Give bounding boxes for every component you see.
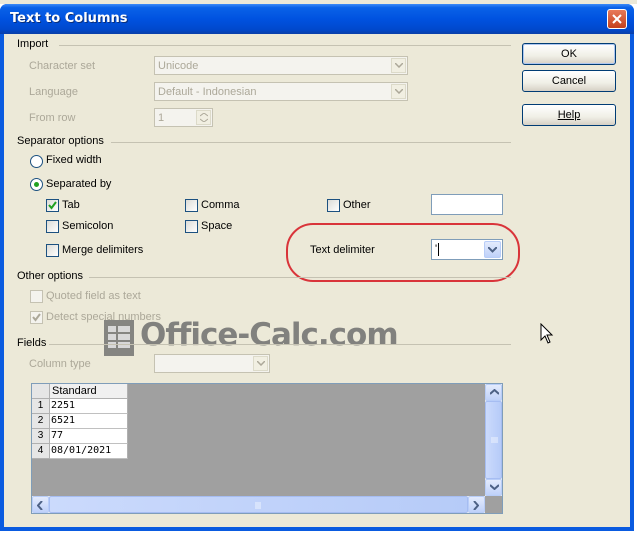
help-button[interactable]: Help (522, 104, 616, 126)
separated-by-radio[interactable] (30, 178, 43, 191)
other-input[interactable] (431, 194, 503, 215)
fields-section-label: Fields (17, 337, 47, 349)
detect-special-numbers-checkbox[interactable] (30, 311, 43, 324)
dialog-title: Text to Columns (10, 11, 128, 26)
preview-cell: 08/01/2021 (50, 444, 128, 459)
scroll-right-button[interactable] (468, 496, 485, 513)
merge-delimiters-checkbox[interactable] (46, 244, 59, 257)
chevron-down-icon (391, 58, 406, 73)
ok-button[interactable]: OK (522, 43, 616, 65)
from-row-spinner[interactable]: 1 (154, 108, 213, 127)
chevron-down-icon (253, 356, 268, 371)
tab-label: Tab (62, 199, 80, 211)
fixed-width-label: Fixed width (46, 154, 102, 166)
column-type-label: Column type (29, 358, 91, 370)
row-number: 2 (32, 414, 50, 429)
row-number: 3 (32, 429, 50, 444)
language-label: Language (29, 86, 78, 98)
preview-cell: 2251 (50, 399, 128, 414)
highlight-ring (286, 223, 520, 282)
scroll-up-button[interactable] (485, 384, 502, 401)
quoted-field-label: Quoted field as text (46, 290, 141, 302)
other-checkbox[interactable] (327, 199, 340, 212)
check-icon (32, 313, 41, 322)
preview-cell: 77 (50, 429, 128, 444)
from-row-label: From row (29, 112, 76, 124)
space-label: Space (201, 220, 233, 232)
scroll-left-button[interactable] (32, 496, 49, 513)
fixed-width-radio[interactable] (30, 155, 43, 168)
cancel-button[interactable]: Cancel (522, 70, 616, 92)
separated-by-label: Separated by (46, 178, 112, 190)
mouse-pointer-icon (540, 323, 554, 344)
row-number: 1 (32, 399, 50, 414)
space-checkbox[interactable] (185, 220, 198, 233)
chevron-down-icon (391, 84, 406, 99)
check-icon (48, 201, 57, 210)
preview-grid[interactable]: Standard 1 2251 2 6521 3 77 4 08/01/2021 (31, 383, 503, 514)
other-options-divider (89, 277, 511, 278)
vertical-scrollbar[interactable] (485, 384, 502, 496)
radio-dot-icon (34, 182, 39, 187)
comma-label: Comma (201, 199, 240, 211)
merge-delimiters-label: Merge delimiters (62, 244, 144, 256)
close-icon (612, 14, 622, 24)
other-options-section-label: Other options (17, 270, 84, 282)
semicolon-label: Semicolon (62, 220, 114, 232)
quoted-field-checkbox[interactable] (30, 290, 43, 303)
other-label: Other (343, 199, 371, 211)
title-bar[interactable]: Text to Columns (0, 4, 634, 34)
close-button[interactable] (607, 9, 627, 29)
separator-divider (111, 142, 511, 143)
scroll-down-button[interactable] (485, 479, 502, 496)
horizontal-scroll-thumb[interactable] (49, 496, 468, 513)
charset-select[interactable]: Unicode (154, 56, 408, 75)
row-number: 4 (32, 444, 50, 459)
fields-divider (49, 344, 511, 345)
column-header[interactable]: Standard (50, 384, 128, 399)
watermark-text: Office-Calc.com (140, 317, 399, 353)
vertical-scroll-thumb[interactable] (485, 401, 502, 479)
spin-arrows-icon (196, 110, 211, 125)
tab-checkbox[interactable] (46, 199, 59, 212)
spreadsheet-logo-icon (104, 320, 134, 356)
horizontal-scrollbar[interactable] (32, 496, 485, 513)
language-select[interactable]: Default - Indonesian (154, 82, 408, 101)
comma-checkbox[interactable] (185, 199, 198, 212)
charset-label: Character set (29, 60, 96, 72)
import-section-label: Import (17, 38, 49, 50)
column-type-select[interactable] (154, 354, 270, 373)
separator-section-label: Separator options (17, 135, 104, 147)
import-divider (59, 45, 511, 46)
preview-cell: 6521 (50, 414, 128, 429)
semicolon-checkbox[interactable] (46, 220, 59, 233)
corner-header (32, 384, 50, 399)
